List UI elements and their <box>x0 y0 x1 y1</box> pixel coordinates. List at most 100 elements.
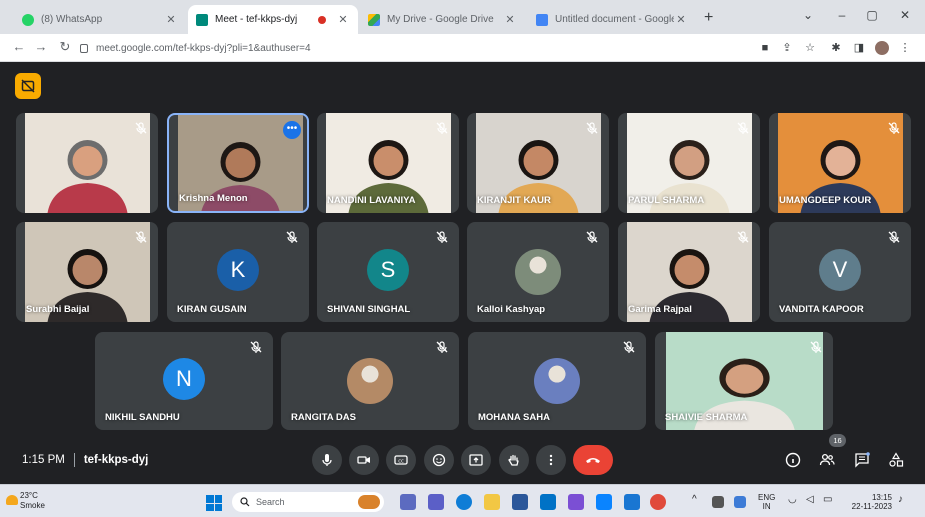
raise-hand-button[interactable] <box>499 445 529 475</box>
battery-icon[interactable]: ▭ <box>823 495 832 505</box>
activities-button[interactable] <box>885 449 907 471</box>
clock-time: 13:15 <box>871 493 892 502</box>
profile-avatar[interactable] <box>875 41 889 55</box>
task-view-icon[interactable] <box>400 494 416 510</box>
show-hidden-icons[interactable]: ^ <box>692 495 697 505</box>
wifi-icon[interactable]: ◡ <box>788 495 797 505</box>
participant-tile[interactable]: ••• Krishna Menon <box>167 113 309 213</box>
camera-icon[interactable]: ■ <box>758 41 772 55</box>
tab-label: (8) WhatsApp <box>41 14 103 25</box>
back-button[interactable]: ← <box>10 39 28 54</box>
participant-tile[interactable]: RANGITA DAS <box>281 332 459 430</box>
participant-tile[interactable]: MOHANA SAHA <box>468 332 646 430</box>
new-tab-button[interactable]: + <box>704 9 713 27</box>
info-icon <box>785 452 801 468</box>
side-panel-icon[interactable]: ◨ <box>852 41 866 55</box>
muted-mic-icon <box>435 230 449 244</box>
more-options-button[interactable] <box>536 445 566 475</box>
muted-mic-icon <box>887 230 901 244</box>
participant-name: Kalloi Kashyap <box>477 304 546 315</box>
close-icon[interactable]: ✕ <box>336 13 350 26</box>
tab-docs[interactable]: Untitled document - Google Do ✕ <box>528 5 696 34</box>
forward-button[interactable]: → <box>32 39 50 54</box>
camera-button[interactable] <box>349 445 379 475</box>
participant-tile[interactable]: Garima Rajpal <box>618 222 760 322</box>
app-icon[interactable] <box>568 494 584 510</box>
language-indicator[interactable]: ENG IN <box>758 493 775 511</box>
share-icon[interactable]: ⇪ <box>780 41 794 55</box>
participant-tile[interactable]: Surabhi Baijal <box>16 222 158 322</box>
restore-button[interactable]: ▢ <box>862 8 882 22</box>
participant-name: KIRANJIT KAUR <box>477 195 551 206</box>
muted-mic-icon <box>736 230 750 244</box>
participant-tile[interactable]: S SHIVANI SINGHAL <box>317 222 459 322</box>
meeting-details-button[interactable] <box>782 449 804 471</box>
weather-widget[interactable]: 23°C Smoke <box>20 491 45 511</box>
tile-options-button[interactable]: ••• <box>283 121 301 139</box>
close-icon[interactable]: ✕ <box>164 13 178 26</box>
participant-tile[interactable]: V VANDITA KAPOOR <box>769 222 911 322</box>
participant-tile[interactable]: N NIKHIL SANDHU <box>95 332 273 430</box>
app-icon[interactable] <box>596 494 612 510</box>
participant-tile[interactable]: PARUL SHARMA <box>618 113 760 213</box>
close-icon[interactable]: ✕ <box>674 13 688 26</box>
tab-search-icon[interactable]: ⌄ <box>798 8 818 22</box>
reload-button[interactable]: ↻ <box>56 39 74 55</box>
participant-tile[interactable] <box>16 113 158 213</box>
app-icon[interactable] <box>624 494 640 510</box>
taskbar-search[interactable]: Search <box>232 492 384 512</box>
teams-icon[interactable] <box>428 494 444 510</box>
tab-meet[interactable]: Meet - tef-kkps-dyj ✕ <box>188 5 358 34</box>
activities-icon <box>889 452 904 467</box>
minimize-button[interactable]: – <box>832 8 852 22</box>
menu-icon[interactable]: ⋮ <box>898 41 912 55</box>
participant-tile[interactable]: Kalloi Kashyap <box>467 222 609 322</box>
volume-icon[interactable]: ◁ <box>806 495 814 505</box>
leave-call-button[interactable] <box>573 445 613 475</box>
captions-button[interactable]: cc <box>386 445 416 475</box>
tab-label: Untitled document - Google Do <box>555 14 674 25</box>
participant-tile[interactable]: K KIRAN GUSAIN <box>167 222 309 322</box>
extensions-icon[interactable]: ✱ <box>829 41 843 55</box>
participant-tile[interactable]: SHAIVIE SHARMA <box>655 332 833 430</box>
muted-mic-icon <box>435 340 449 354</box>
chrome-icon[interactable] <box>650 494 666 510</box>
tab-whatsapp[interactable]: (8) WhatsApp ✕ <box>14 5 186 34</box>
address-bar[interactable]: meet.google.com/tef-kkps-dyj?pli=1&authu… <box>80 37 780 59</box>
participant-name: SHIVANI SINGHAL <box>327 304 411 315</box>
participant-avatar: K <box>217 249 259 291</box>
close-icon[interactable]: ✕ <box>503 13 517 26</box>
clock-date: 22-11-2023 <box>851 502 892 511</box>
window-close-button[interactable]: ✕ <box>895 8 915 22</box>
mail-icon[interactable] <box>540 494 556 510</box>
store-icon[interactable] <box>512 494 528 510</box>
reactions-button[interactable] <box>424 445 454 475</box>
tray-app-icon[interactable] <box>734 496 746 508</box>
participant-photo <box>347 358 393 404</box>
chat-icon <box>855 452 870 468</box>
participant-photo <box>515 249 561 295</box>
start-button[interactable] <box>206 495 222 511</box>
end-call-icon <box>586 458 600 463</box>
browser-toolbar: ← → ↻ meet.google.com/tef-kkps-dyj?pli=1… <box>0 34 925 62</box>
search-highlight-icon <box>358 495 380 509</box>
captions-off-icon <box>21 79 35 93</box>
more-vertical-icon <box>549 454 553 466</box>
edge-icon[interactable] <box>456 494 472 510</box>
bookmark-star-icon[interactable]: ☆ <box>803 41 817 55</box>
participant-name: VANDITA KAPOOR <box>779 304 864 315</box>
notification-icon[interactable]: ♪ <box>898 495 903 505</box>
file-explorer-icon[interactable] <box>484 494 500 510</box>
participant-tile[interactable]: NANDINI LAVANIYA <box>317 113 459 213</box>
present-button[interactable] <box>461 445 491 475</box>
captions-off-button[interactable] <box>15 73 41 99</box>
clock[interactable]: 13:15 22-11-2023 <box>844 493 892 511</box>
participant-tile[interactable]: UMANGDEEP KOUR <box>769 113 911 213</box>
participant-tile[interactable]: KIRANJIT KAUR <box>467 113 609 213</box>
tab-drive[interactable]: My Drive - Google Drive ✕ <box>360 5 525 34</box>
microphone-button[interactable] <box>312 445 342 475</box>
people-button[interactable] <box>816 449 838 471</box>
tray-app-icon[interactable] <box>712 496 724 508</box>
chat-button[interactable] <box>851 449 873 471</box>
muted-mic-icon <box>736 121 750 135</box>
